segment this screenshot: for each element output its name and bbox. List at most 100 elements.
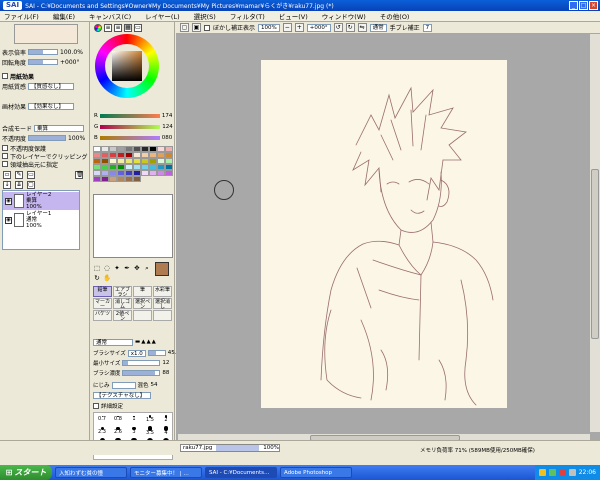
merge-down-icon[interactable]: ⇊ [15, 181, 23, 189]
brush-size-preset[interactable]: 2 [158, 413, 174, 425]
hsv-slider-tab-icon[interactable]: ≡ [114, 24, 122, 32]
hand-tool-icon[interactable]: ✋ [103, 274, 111, 282]
brush-tool-0[interactable]: 鉛筆 [93, 286, 112, 297]
texture-select[interactable]: 【テクスチャなし】 [93, 391, 151, 399]
taskbar-task[interactable]: Adobe Photoshop [280, 467, 352, 478]
brush-tool-1[interactable]: エアブラシ [113, 286, 132, 298]
vertical-scrollbar[interactable] [590, 34, 600, 432]
protect-opacity-checkbox[interactable] [2, 145, 8, 151]
paper-effect-select[interactable]: 【効果なし】 [28, 102, 75, 110]
brush-tool-6[interactable]: 選択ペン [133, 298, 152, 310]
canvas-rotate-field[interactable]: +000° [306, 23, 331, 32]
color-swatch[interactable] [157, 170, 165, 176]
layer-item[interactable]: ◉ レイヤー1 通常 100% [3, 211, 79, 229]
blue-slider-row[interactable]: B 080 [94, 134, 172, 141]
tray-volume-icon[interactable] [568, 469, 576, 476]
color-swatch[interactable] [93, 176, 101, 182]
brush-tool-8[interactable]: バケツ [93, 310, 112, 321]
detail-row[interactable]: 詳細設定 [93, 402, 123, 410]
brush-size-preset[interactable]: 0.7 [94, 413, 110, 425]
density-slider[interactable] [122, 370, 161, 376]
menu-item-6[interactable]: ビュー(V) [279, 11, 308, 21]
maximize-button[interactable]: □ [579, 1, 588, 10]
brush-size-preset[interactable]: 0.8 [110, 413, 126, 425]
selection-source-row[interactable]: 領域抽出元に指定 [2, 160, 58, 169]
brush-size-preset[interactable]: 3.5 [142, 425, 158, 437]
canvas-zoom-field[interactable]: 100% [258, 23, 280, 32]
rotate-slider[interactable] [28, 59, 59, 65]
rotate-left-icon[interactable]: ↺ [333, 23, 343, 32]
selection-source-checkbox[interactable] [2, 161, 8, 167]
taskbar-task[interactable]: 入知わずむ貧の憧 [55, 467, 127, 478]
menu-item-1[interactable]: 編集(E) [53, 11, 75, 21]
menu-item-8[interactable]: その他(O) [380, 11, 410, 21]
menu-item-4[interactable]: 選択(S) [194, 11, 216, 21]
blur-select[interactable] [111, 381, 136, 389]
color-swatch[interactable] [149, 170, 157, 176]
invert-selection-icon[interactable]: ▣ [192, 23, 201, 32]
brush-tool-9[interactable]: 2値ペン [113, 310, 132, 322]
new-layer-icon[interactable]: ▫ [3, 171, 11, 179]
lasso-icon[interactable]: ◌ [103, 264, 111, 272]
navigator-thumbnail[interactable] [14, 24, 78, 44]
brush-size-multiplier[interactable]: x1.0 [127, 349, 146, 357]
eyedropper-icon[interactable]: ✒ [123, 264, 131, 272]
brush-size-preset[interactable]: 4 [158, 425, 174, 437]
menu-item-2[interactable]: キャンバス(C) [89, 11, 131, 21]
zoom-tool-icon[interactable]: ⌕ [143, 264, 151, 272]
brush-size-preset[interactable]: 1.5 [142, 413, 158, 425]
taskbar-task[interactable]: モニター募集中！ | … [130, 467, 202, 478]
color-swatch[interactable] [109, 176, 117, 182]
menu-item-3[interactable]: レイヤー(L) [145, 11, 180, 21]
move-icon[interactable]: ✥ [133, 264, 141, 272]
brush-size-preset[interactable]: 1 [126, 413, 142, 425]
blend-mode-select[interactable]: 乗算 [34, 124, 85, 132]
taskbar-task[interactable]: SAI - C:¥Documents… [205, 467, 277, 478]
paper-effect-toggle[interactable] [2, 73, 8, 79]
rgb-slider-tab-icon[interactable]: ≡ [104, 24, 112, 32]
layer-item[interactable]: ◉ レイヤー2 乗算 100% [3, 192, 79, 210]
transfer-down-icon[interactable]: ↓ [3, 181, 11, 189]
green-slider[interactable] [100, 124, 161, 129]
vertical-scroll-thumb[interactable] [591, 169, 599, 339]
red-slider-row[interactable]: R 174 [94, 112, 172, 119]
min-size-slider[interactable] [122, 360, 161, 366]
menu-item-0[interactable]: ファイル(F) [4, 11, 39, 21]
brush-size-preset[interactable]: 3 [126, 425, 142, 437]
scratchpad[interactable] [93, 194, 173, 258]
swatch-tab-icon[interactable]: ▦ [124, 24, 132, 32]
color-swatch[interactable] [125, 176, 133, 182]
brush-tool-10[interactable] [133, 310, 152, 321]
zoom-slider[interactable] [28, 49, 59, 55]
tray-security-icon[interactable] [558, 469, 566, 476]
zoom-out-icon[interactable]: − [282, 23, 292, 32]
clipping-checkbox[interactable] [2, 153, 8, 159]
color-swatch[interactable] [133, 176, 141, 182]
new-linework-layer-icon[interactable]: ✎ [15, 171, 23, 179]
deselect-icon[interactable]: ▢ [180, 23, 189, 32]
saturation-value-square[interactable] [112, 51, 142, 81]
file-tab[interactable]: raku77.jpg 100% [180, 444, 280, 452]
brush-tool-2[interactable]: 筆 [133, 286, 152, 297]
tray-app-icon[interactable] [538, 469, 546, 476]
close-button[interactable]: × [589, 1, 598, 10]
rotate-right-icon[interactable]: ↻ [345, 23, 355, 32]
brush-tool-5[interactable]: 消しゴム [113, 298, 132, 310]
brush-shape-flat-icon[interactable]: ▬ [135, 339, 140, 345]
opacity-slider[interactable] [28, 135, 67, 141]
green-slider-row[interactable]: G 124 [94, 123, 173, 130]
color-wheel[interactable] [95, 34, 159, 98]
start-button[interactable]: ⊞ スタート [0, 465, 52, 480]
drawing-canvas[interactable] [261, 60, 507, 408]
detail-toggle[interactable] [93, 403, 99, 409]
color-swatch[interactable] [117, 176, 125, 182]
canvas-mode-select[interactable]: 通常 [369, 23, 387, 32]
scratchpad-tab-icon[interactable]: ▭ [134, 24, 142, 32]
brush-shape-round-icon[interactable]: ▲ [141, 339, 145, 345]
paper-texture-select[interactable]: 【質感なし】 [28, 82, 75, 90]
minimize-button[interactable]: _ [569, 1, 578, 10]
blue-slider[interactable] [99, 135, 160, 140]
flip-icon[interactable]: ⇋ [357, 23, 367, 32]
stabilizer-value[interactable]: 7 [422, 23, 433, 32]
brush-size-preset[interactable]: 2.6 [110, 425, 126, 437]
